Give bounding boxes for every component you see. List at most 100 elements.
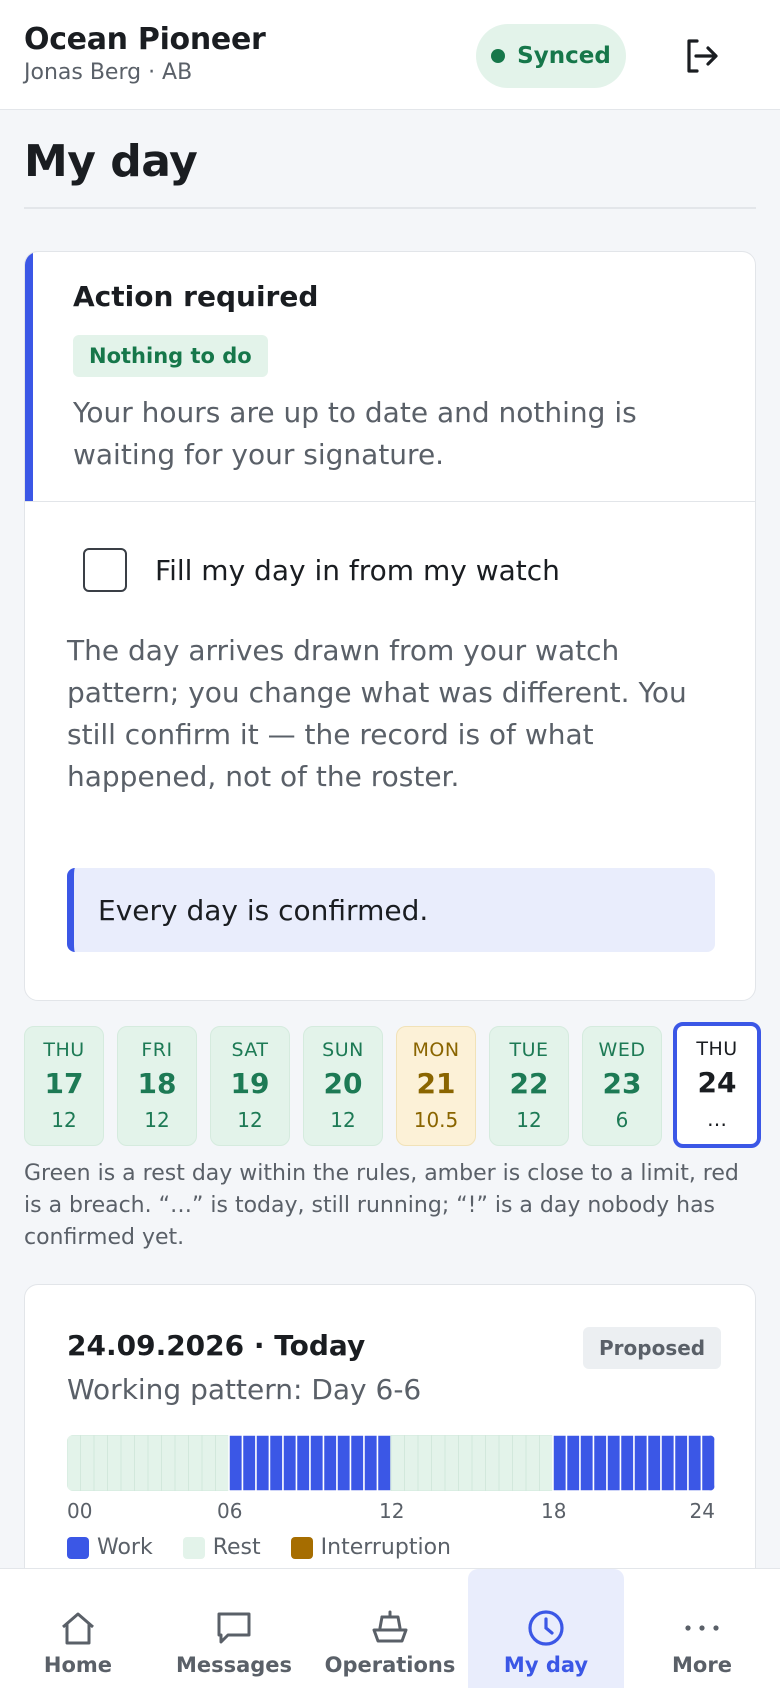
rest-slot xyxy=(80,1435,95,1491)
rest-slot xyxy=(201,1435,216,1491)
work-slot xyxy=(619,1435,635,1491)
nav-label: Messages xyxy=(175,1653,293,1677)
day-tile-21[interactable]: MON 21 10.5 xyxy=(396,1026,476,1146)
card-divider xyxy=(25,501,755,502)
rest-slot xyxy=(417,1435,432,1491)
day-number: 23 xyxy=(602,1067,642,1100)
work-slot xyxy=(255,1435,271,1491)
day-strip: THU 17 12 FRI 18 12 SAT 19 12 SUN 20 12 MON 21 10.5 TUE… xyxy=(24,1022,761,1148)
work-slot xyxy=(592,1435,608,1491)
legend-label: Work xyxy=(97,1535,153,1560)
work-slot xyxy=(228,1435,244,1491)
nav-home[interactable]: Home xyxy=(0,1569,156,1688)
proposed-badge: Proposed xyxy=(583,1327,722,1369)
legend-item: Rest xyxy=(182,1535,261,1560)
work-slot xyxy=(687,1435,703,1491)
work-slot xyxy=(336,1435,352,1491)
page-title: My day xyxy=(24,136,198,187)
more-icon xyxy=(682,1607,722,1649)
work-slot xyxy=(565,1435,581,1491)
legend-label: Rest xyxy=(212,1535,261,1560)
rest-slot xyxy=(188,1435,203,1491)
rest-slot xyxy=(458,1435,473,1491)
confirmed-banner: Every day is confirmed. xyxy=(67,868,715,952)
nav-operations[interactable]: Operations xyxy=(312,1569,468,1688)
day-number: 24 xyxy=(697,1066,737,1099)
fill-from-watch-checkbox[interactable] xyxy=(83,548,127,592)
logout-button[interactable] xyxy=(680,34,724,78)
day-hours: 12 xyxy=(144,1108,170,1132)
user-line: Jonas Berg · AB xyxy=(24,60,193,85)
day-of-week: THU xyxy=(43,1039,85,1061)
nav-messages[interactable]: Messages xyxy=(156,1569,312,1688)
rest-slot xyxy=(67,1435,81,1491)
tick-label: 00 xyxy=(67,1499,93,1523)
day-timeline[interactable] xyxy=(67,1435,715,1491)
work-slot xyxy=(646,1435,662,1491)
work-slot xyxy=(552,1435,568,1491)
rest-slot xyxy=(485,1435,500,1491)
day-number: 18 xyxy=(137,1067,177,1100)
rest-slot xyxy=(390,1435,405,1491)
day-of-week: SAT xyxy=(231,1039,269,1061)
clock-icon xyxy=(526,1607,566,1649)
day-tile-18[interactable]: FRI 18 12 xyxy=(117,1026,197,1146)
nav-label: My day xyxy=(503,1653,589,1677)
work-slot xyxy=(363,1435,379,1491)
day-date: 24.09.2026 · Today xyxy=(67,1329,366,1362)
legend-item: Interruption xyxy=(290,1535,451,1560)
work-slot xyxy=(349,1435,365,1491)
nav-more[interactable]: More xyxy=(624,1569,780,1688)
fill-from-watch-toggle[interactable]: Fill my day in from my watch xyxy=(83,548,560,592)
day-of-week: SUN xyxy=(322,1039,364,1061)
day-tile-23[interactable]: WED 23 6 xyxy=(582,1026,662,1146)
legend-item: Work xyxy=(67,1535,153,1560)
day-tile-19[interactable]: SAT 19 12 xyxy=(210,1026,290,1146)
rest-slot xyxy=(161,1435,176,1491)
app-header: Ocean Pioneer Jonas Berg · AB Synced xyxy=(0,0,780,110)
work-slot xyxy=(579,1435,595,1491)
rest-slot xyxy=(134,1435,149,1491)
bottom-nav: Home Messages Operations My day More xyxy=(0,1568,780,1688)
day-tile-24[interactable]: THU 24… xyxy=(673,1022,761,1148)
legend-swatch xyxy=(290,1536,313,1559)
day-hours: 12 xyxy=(51,1108,77,1132)
rest-slot xyxy=(93,1435,108,1491)
logout-icon xyxy=(687,39,718,73)
nav-label: Home xyxy=(43,1653,113,1677)
rest-slot xyxy=(174,1435,189,1491)
rest-slot xyxy=(147,1435,162,1491)
nav-my-day[interactable]: My day xyxy=(468,1569,624,1688)
messages-icon xyxy=(214,1607,254,1649)
home-icon xyxy=(58,1607,98,1649)
legend-swatch xyxy=(182,1536,205,1559)
work-slot xyxy=(268,1435,284,1491)
day-of-week: WED xyxy=(598,1039,646,1061)
day-strip-legend-note: Green is a rest day within the rules, am… xyxy=(24,1161,739,1250)
day-hours: 10.5 xyxy=(413,1108,459,1132)
tick-label: 24 xyxy=(689,1499,715,1523)
day-tile-22[interactable]: TUE 22 12 xyxy=(489,1026,569,1146)
rest-slot xyxy=(539,1435,554,1491)
work-slot xyxy=(295,1435,311,1491)
day-of-week: TUE xyxy=(509,1039,549,1061)
day-hours: 6 xyxy=(615,1108,629,1132)
rest-slot xyxy=(525,1435,540,1491)
action-description: Your hours are up to date and nothing is… xyxy=(73,396,637,471)
work-slot xyxy=(309,1435,325,1491)
action-required-panel: Action required Nothing to do Your hours… xyxy=(25,252,755,502)
timeline-ticks: 00 06 12 18 24 xyxy=(67,1499,715,1525)
action-card: Action required Nothing to do Your hours… xyxy=(24,251,756,1001)
day-tile-17[interactable]: THU 17 12 xyxy=(24,1026,104,1146)
day-tile-20[interactable]: SUN 20 12 xyxy=(303,1026,383,1146)
sync-status-badge[interactable]: Synced xyxy=(476,24,626,88)
rest-slot xyxy=(120,1435,135,1491)
work-slot xyxy=(376,1435,392,1491)
sync-label: Synced xyxy=(517,43,611,69)
day-hours: … xyxy=(707,1107,727,1131)
work-slot xyxy=(282,1435,298,1491)
rest-slot xyxy=(107,1435,122,1491)
working-pattern: Working pattern: Day 6-6 xyxy=(67,1373,422,1406)
rest-slot xyxy=(215,1435,230,1491)
day-number: 21 xyxy=(416,1067,456,1100)
